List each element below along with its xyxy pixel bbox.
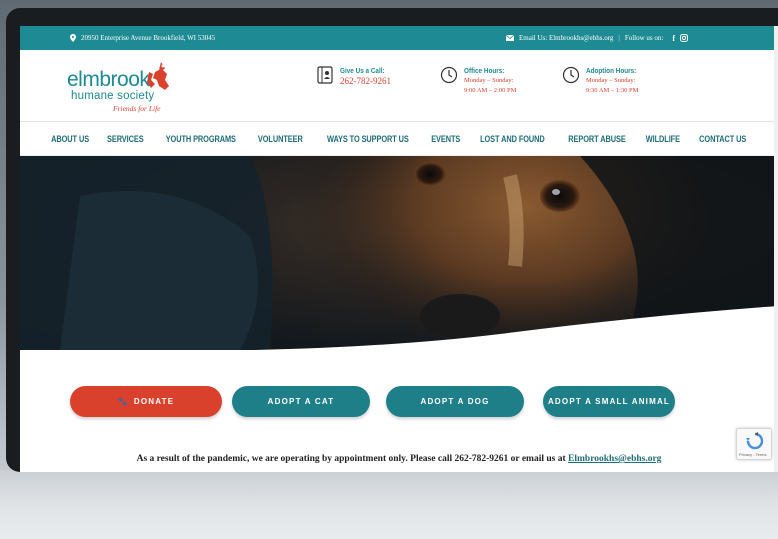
adoption-hours-info: Adoption Hours: Monday – Sunday: 9:30 AM…	[562, 66, 645, 96]
clock-icon	[440, 66, 458, 84]
adopt-dog-label: ADOPT A DOG	[420, 397, 490, 406]
donate-label: DONATE	[133, 397, 175, 406]
phone-number[interactable]: 262-782-9261	[340, 76, 393, 86]
separator: |	[618, 34, 620, 42]
logo-word-elmbrook: elmbrook	[67, 68, 150, 91]
adopt-small-animal-button[interactable]: ADOPT A SMALL ANIMAL	[543, 386, 675, 417]
contact-block: Email Us: Elmbrookhs@ebhs.org | Follow u…	[506, 34, 688, 43]
device-bezel-bottom	[0, 470, 778, 539]
recaptcha-label: Privacy - Terms	[739, 452, 767, 457]
adopt-dog-button[interactable]: ADOPT A DOG	[386, 386, 524, 417]
cta-buttons: 🐾 DONATE ADOPT A CAT ADOPT A DOG ADOPT A…	[20, 386, 778, 418]
adopt-cat-label: ADOPT A CAT	[267, 397, 335, 406]
notice-email-link[interactable]: Elmbrookhs@ebhs.org	[568, 454, 661, 464]
facebook-icon[interactable]: f	[672, 34, 675, 43]
nav-youth-programs[interactable]: YOUTH PROGRAMS	[157, 134, 244, 144]
address-block: 20950 Enterprise Avenue Brookfield, WI 5…	[70, 34, 215, 42]
envelope-icon	[506, 35, 514, 41]
top-info-bar: 20950 Enterprise Avenue Brookfield, WI 5…	[20, 26, 778, 50]
device-frame: 20950 Enterprise Avenue Brookfield, WI 5…	[6, 8, 778, 472]
address-text: 20950 Enterprise Avenue Brookfield, WI 5…	[81, 34, 216, 42]
nav-services[interactable]: SERVICES	[99, 134, 152, 144]
email-link[interactable]: Email Us: Elmbrookhs@ebhs.org	[519, 34, 613, 42]
office-hours-info: Office Hours: Monday – Sunday: 9:00 AM –…	[440, 66, 516, 96]
site-logo[interactable]: elmbrook humane society Friends for Life	[67, 60, 177, 116]
adoption-hours-time: 9:30 AM – 1:30 PM	[586, 87, 639, 94]
nav-ways-to-support[interactable]: WAYS TO SUPPORT US	[319, 134, 417, 144]
clock-icon	[562, 66, 580, 84]
notice-text: As a result of the pandemic, we are oper…	[136, 454, 569, 464]
call-title: Give Us a Call:	[340, 66, 385, 75]
call-info: Give Us a Call: 262-782-9261	[316, 66, 393, 86]
nav-wildlife[interactable]: WILDLIFE	[637, 134, 688, 144]
browser-screen: 20950 Enterprise Avenue Brookfield, WI 5…	[20, 26, 778, 472]
nav-contact-us[interactable]: CONTACT US	[691, 134, 754, 144]
recaptcha-badge[interactable]: Privacy - Terms	[736, 428, 772, 460]
follow-label: Follow us on:	[624, 34, 664, 42]
nav-events[interactable]: EVENTS	[423, 134, 468, 144]
recaptcha-icon	[746, 432, 764, 450]
phone-book-icon	[317, 66, 333, 84]
nav-volunteer[interactable]: VOLUNTEER	[250, 134, 311, 144]
donate-button[interactable]: 🐾 DONATE	[70, 386, 222, 417]
adoption-hours-title: Adoption Hours:	[586, 66, 637, 75]
nav-lost-and-found[interactable]: LOST AND FOUND	[472, 134, 553, 144]
nav-report-abuse[interactable]: REPORT ABUSE	[560, 134, 634, 144]
logo-word-humane-society: humane society	[71, 90, 155, 102]
location-pin-icon	[70, 34, 76, 42]
scrollbar[interactable]	[774, 26, 778, 472]
adoption-hours-days: Monday – Sunday:	[586, 77, 636, 84]
adopt-small-animal-label: ADOPT A SMALL ANIMAL	[547, 397, 671, 406]
site-header: elmbrook humane society Friends for Life…	[20, 50, 778, 122]
paw-icon: 🐾	[117, 397, 129, 406]
logo-dog-cat-icon	[147, 62, 169, 90]
hero-dog-image	[20, 156, 778, 350]
logo-tagline: Friends for Life	[113, 104, 161, 113]
main-nav: ABOUT US SERVICES YOUTH PROGRAMS VOLUNTE…	[20, 122, 778, 156]
nav-about-us[interactable]: ABOUT US	[43, 134, 97, 144]
office-hours-days: Monday – Sunday:	[464, 77, 514, 84]
office-hours-time: 9:00 AM – 2:00 PM	[464, 87, 517, 94]
office-hours-title: Office Hours:	[464, 66, 505, 75]
adopt-cat-button[interactable]: ADOPT A CAT	[232, 386, 370, 417]
hero-banner	[20, 156, 778, 350]
instagram-icon[interactable]	[680, 34, 688, 42]
pandemic-notice: As a result of the pandemic, we are oper…	[20, 454, 778, 464]
